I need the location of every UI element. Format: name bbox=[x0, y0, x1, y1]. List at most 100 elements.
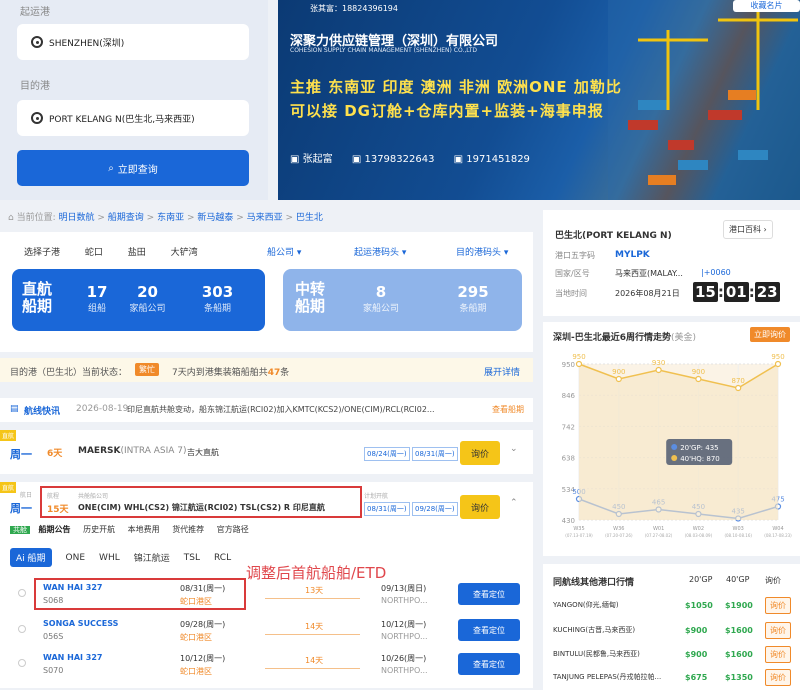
radio-icon[interactable] bbox=[18, 659, 26, 667]
breadcrumb-item[interactable]: 马来西亚 bbox=[247, 213, 283, 223]
direct-tag: 直航 bbox=[0, 430, 17, 441]
x-date-label: (07.27-08.02) bbox=[645, 533, 673, 538]
inquiry-button[interactable]: 询价 bbox=[460, 441, 500, 465]
inquire-now-button[interactable]: 立即询价 bbox=[750, 327, 790, 342]
origin-value: SHENZHEN(深圳) bbox=[49, 38, 125, 49]
dest-terminal: NORTHPO... bbox=[381, 666, 428, 675]
carrier-tab[interactable]: 锦江航运 bbox=[134, 551, 170, 564]
port-name: TANJUNG PELEPAS(丹戎帕拉帕... bbox=[553, 673, 662, 681]
subtab[interactable]: 历史开航 bbox=[83, 525, 115, 534]
chevron-down-icon[interactable]: ⌄ bbox=[510, 444, 518, 454]
person-icon: ▣ bbox=[290, 154, 300, 165]
port-tab[interactable]: 盐田 bbox=[128, 248, 146, 258]
carrier-tab[interactable]: RCL bbox=[214, 553, 231, 563]
breadcrumb-item[interactable]: 明日数航 bbox=[59, 213, 95, 223]
other-port-row[interactable]: KUCHING(古晋,马来西亚) $900 $1600 询价 bbox=[553, 619, 793, 641]
vessel-name[interactable]: WAN HAI 327 bbox=[43, 653, 102, 662]
other-ports-title: 同航线其他港口行情 bbox=[553, 578, 635, 588]
origin-terminal-dropdown[interactable]: 起运港码头 ▾ bbox=[354, 245, 406, 258]
direct-schedules: 303 bbox=[201, 283, 234, 301]
news-text[interactable]: 印尼直航共舱变动，船东锦江航运(RCI02)加入KMTC(KCS2)/ONE(C… bbox=[127, 404, 435, 415]
port-encyclopedia-button[interactable]: 港口百科 › bbox=[723, 220, 773, 239]
subtab[interactable]: 货代推荐 bbox=[172, 525, 204, 534]
contact-strip: ▣ 张起富 ▣ 13798322643 ▣ 1971451829 bbox=[290, 154, 530, 165]
transit-days: 15天 bbox=[47, 505, 69, 515]
inquiry-button[interactable]: 询价 bbox=[765, 668, 791, 686]
news-bar: ▤ 航线快讯 2026-08-19 印尼直航共舱变动，船东锦江航运(RCI02)… bbox=[0, 398, 533, 422]
breadcrumb-item[interactable]: 巴生北 bbox=[296, 213, 323, 223]
eta: 10/12(周一) bbox=[381, 620, 427, 629]
breadcrumb-item[interactable]: 新马越泰 bbox=[197, 213, 233, 223]
query-button[interactable]: ⌕ 立即查询 bbox=[17, 150, 249, 186]
origin-label: 起运港 bbox=[20, 7, 50, 18]
ad-banner[interactable]: 张其富：18824396194 收藏名片 深聚力供应链管理（深圳）有限公司 CO… bbox=[278, 0, 800, 200]
vessel-name[interactable]: SONGA SUCCESS bbox=[43, 619, 118, 628]
local-clock: 15: 01: 23 bbox=[693, 282, 780, 302]
inquiry-button[interactable]: 询价 bbox=[765, 621, 791, 639]
carrier-tabs: Ai 船期 ONE WHL 锦江航运 TSL RCL bbox=[10, 548, 231, 567]
tooltip-hq: 40'HQ: 870 bbox=[680, 455, 720, 463]
carrier-dropdown[interactable]: 船公司 ▾ bbox=[267, 245, 301, 258]
subtab[interactable]: 船期公告 bbox=[39, 525, 71, 534]
arrow-line bbox=[265, 634, 360, 635]
carrier-tab[interactable]: ONE bbox=[66, 553, 86, 563]
voyage-row[interactable]: WAN HAI 327 S070 10/12(周一) 蛇口港区 14天 10/2… bbox=[0, 650, 533, 685]
dest-field[interactable]: PORT KELANG N(巴生北,马来西亚) bbox=[17, 100, 249, 136]
sail-day: 周一 bbox=[10, 448, 32, 461]
dest-terminal-dropdown[interactable]: 目的港码头 ▾ bbox=[456, 245, 508, 258]
sail-date[interactable]: 08/24(周一) bbox=[364, 447, 410, 461]
sail-date[interactable]: 08/31(周一) bbox=[412, 447, 458, 461]
vessel-name[interactable]: WAN HAI 327 bbox=[43, 583, 102, 592]
data-label: 900 bbox=[692, 368, 705, 376]
port-tab[interactable]: 蛇口 bbox=[85, 248, 103, 258]
inquiry-button[interactable]: 询价 bbox=[765, 645, 791, 663]
subtab[interactable]: 本地费用 bbox=[128, 525, 160, 534]
inquiry-button[interactable]: 询价 bbox=[765, 596, 791, 614]
other-port-row[interactable]: YANGON(仰光,缅甸) $1050 $1900 询价 bbox=[553, 594, 793, 616]
port-code: MYLPK bbox=[615, 250, 650, 260]
carrier-tab[interactable]: TSL bbox=[184, 553, 200, 563]
expand-detail-link[interactable]: 展开详情 bbox=[484, 365, 520, 378]
carrier-tab[interactable]: WHL bbox=[99, 553, 120, 563]
price-trend-card: 深圳-巴生北最近6周行情走势(美金) 立即询价 430 534 638 742 846 9… bbox=[543, 322, 800, 556]
port-tab[interactable]: 大铲湾 bbox=[171, 248, 198, 258]
sail-date[interactable]: 09/28(周一) bbox=[412, 502, 458, 516]
inquiry-button[interactable]: 询价 bbox=[460, 495, 500, 519]
chevron-up-icon[interactable]: ⌃ bbox=[510, 498, 518, 508]
locate-button[interactable]: 查看定位 bbox=[458, 653, 520, 675]
origin-field[interactable]: SHENZHEN(深圳) bbox=[17, 24, 249, 60]
other-port-row[interactable]: BINTULU(民都鲁,马来西亚) $900 $1600 询价 bbox=[553, 643, 793, 665]
port-name: YANGON(仰光,缅甸) bbox=[553, 601, 619, 609]
locate-button[interactable]: 查看定位 bbox=[458, 619, 520, 641]
breadcrumb-item[interactable]: 东南亚 bbox=[157, 213, 184, 223]
transit-schedules: 295 bbox=[457, 283, 489, 301]
carrier-tab-ai[interactable]: Ai 船期 bbox=[10, 548, 52, 567]
direct-stats[interactable]: 直航 船期 17 组船 20 家船公司 303 条船期 bbox=[12, 269, 265, 331]
port-title: 巴生北(PORT KELANG N) bbox=[555, 231, 672, 241]
company-name-en: COHESION SUPPLY CHAIN MANAGEMENT (SHENZH… bbox=[290, 47, 478, 54]
direct-title: 直航 bbox=[22, 280, 53, 298]
schedule-card: 选择子港 蛇口 盐田 大铲湾 船公司 ▾ 起运港码头 ▾ 目的港码头 ▾ 直航 … bbox=[0, 232, 533, 352]
transit-title: 中转 bbox=[295, 280, 326, 298]
save-card-button[interactable]: 收藏名片 bbox=[733, 0, 800, 12]
transit-stats[interactable]: 中转 船期 8 家船公司 295 条船期 bbox=[283, 269, 522, 331]
radio-icon[interactable] bbox=[18, 625, 26, 633]
port-tab[interactable]: 选择子港 bbox=[24, 248, 60, 258]
sail-date[interactable]: 08/31(周一) bbox=[364, 502, 410, 516]
phone-icon: ▣ bbox=[351, 154, 362, 165]
banner-line1: 主推 东南亚 印度 澳洲 非洲 欧洲ONE 加勒比 bbox=[290, 78, 622, 96]
terminal: 蛇口港区 bbox=[180, 597, 212, 606]
schedule-row[interactable]: 直航 周一 6天 MAERSK(INTRA ASIA 7) 吉大直航 08/24… bbox=[0, 430, 533, 474]
subtab[interactable]: 官方路径 bbox=[217, 525, 249, 534]
voyage-row[interactable]: WAN HAI 327 S068 08/31(周一) 蛇口港区 13天 09/1… bbox=[0, 580, 533, 615]
breadcrumb-item[interactable]: 船期查询 bbox=[108, 213, 144, 223]
other-port-row[interactable]: TANJUNG PELEPAS(丹戎帕拉帕... $675 $1350 询价 bbox=[553, 666, 793, 688]
x-date-label: (08.10-08.16) bbox=[724, 533, 752, 538]
locate-button[interactable]: 查看定位 bbox=[458, 583, 520, 605]
radio-icon[interactable] bbox=[18, 589, 26, 597]
voyage-row[interactable]: SONGA SUCCESS 056S 09/28(周一) 蛇口港区 14天 10… bbox=[0, 616, 533, 651]
news-label: 航线快讯 bbox=[24, 407, 61, 417]
view-schedule-link[interactable]: 查看船期 bbox=[492, 404, 524, 415]
data-point bbox=[695, 375, 702, 383]
eta: 10/26(周一) bbox=[381, 654, 427, 663]
